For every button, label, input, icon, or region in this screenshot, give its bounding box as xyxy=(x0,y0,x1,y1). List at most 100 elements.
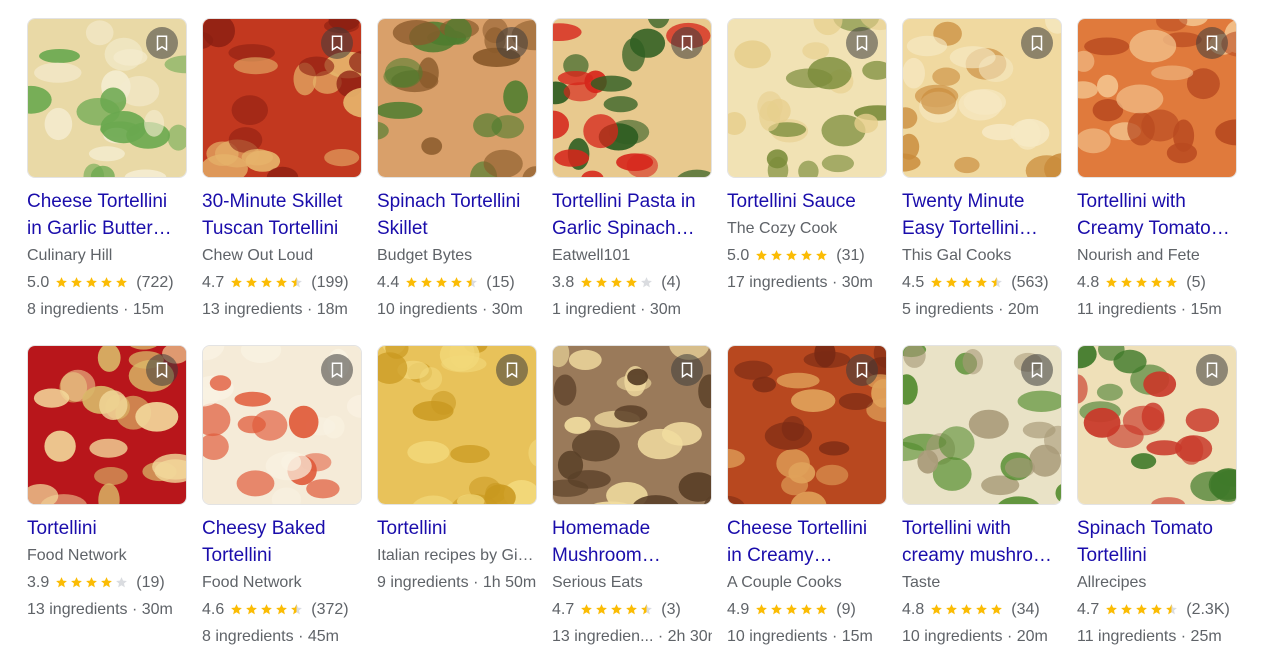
recipe-card[interactable]: Tortellini with creamy mushroom sauce Tas… xyxy=(902,345,1062,665)
star-icon xyxy=(56,277,68,288)
star-icon xyxy=(86,577,98,588)
recipe-rating: 5.0 (31) xyxy=(727,242,887,269)
recipe-title[interactable]: Tortellini xyxy=(377,515,537,542)
star-icon xyxy=(931,277,943,288)
recipe-card[interactable]: Tortellini Italian recipes by GialloZaffe… xyxy=(377,345,537,665)
recipe-card[interactable]: Tortellini with Creamy Tomato Sauce Nouri… xyxy=(1077,18,1237,345)
recipe-thumbnail[interactable] xyxy=(202,18,362,178)
recipe-thumbnail[interactable] xyxy=(727,345,887,505)
recipe-thumbnail[interactable] xyxy=(1077,345,1237,505)
recipe-title[interactable]: Cheesy Baked Tortellini xyxy=(202,515,362,569)
recipe-rating: 4.8 (5) xyxy=(1077,269,1237,296)
bookmark-icon[interactable] xyxy=(496,354,528,386)
rating-stars xyxy=(55,576,130,589)
star-icon xyxy=(976,277,988,288)
recipe-card[interactable]: Twenty Minute Easy Tortellini Bake This G… xyxy=(902,18,1062,345)
review-count: (199) xyxy=(311,274,349,291)
recipe-ingredients-time: 17 ingredients · 30m xyxy=(727,274,873,291)
star-icon xyxy=(1136,604,1148,615)
star-icon xyxy=(1106,604,1118,615)
recipe-thumbnail[interactable] xyxy=(377,18,537,178)
recipe-card[interactable]: Cheese Tortellini in Creamy Marinara A Co… xyxy=(727,345,887,665)
recipe-title[interactable]: Spinach Tomato Tortellini xyxy=(1077,515,1237,569)
recipe-title[interactable]: Twenty Minute Easy Tortellini Bake xyxy=(902,188,1062,242)
bookmark-icon[interactable] xyxy=(846,354,878,386)
star-icon xyxy=(626,604,638,615)
star-icon xyxy=(946,277,958,288)
recipe-card[interactable]: Tortellini Food Network 3.9 (19) 13 ingredie… xyxy=(27,345,187,665)
recipe-card[interactable]: 30-Minute Skillet Tuscan Tortellini Chew … xyxy=(202,18,362,345)
recipe-thumbnail[interactable] xyxy=(1077,18,1237,178)
star-icon xyxy=(231,277,243,288)
recipe-title[interactable]: Tortellini Pasta in Garlic Spinach Sauce xyxy=(552,188,712,242)
recipe-card[interactable]: Tortellini Pasta in Garlic Spinach Sauce… xyxy=(552,18,712,345)
recipe-title[interactable]: 30-Minute Skillet Tuscan Tortellini xyxy=(202,188,362,242)
recipe-ingredients-time: 10 ingredients · 20m xyxy=(902,628,1048,645)
recipe-card[interactable]: Homemade Mushroom Tortellini Serious Eats… xyxy=(552,345,712,665)
bookmark-icon[interactable] xyxy=(671,27,703,59)
recipe-ingredients-time: 9 ingredients · 1h 50m xyxy=(377,574,537,591)
recipe-thumbnail[interactable] xyxy=(902,18,1062,178)
recipe-card[interactable]: Spinach Tortellini Skillet Budget Bytes 4.… xyxy=(377,18,537,345)
recipe-title[interactable]: Cheese Tortellini in Creamy Marinara xyxy=(727,515,887,569)
star-icon xyxy=(961,604,973,615)
rating-stars xyxy=(930,603,1005,616)
rating-value: 4.8 xyxy=(902,601,925,618)
recipe-thumbnail[interactable] xyxy=(27,18,187,178)
recipe-rating: 3.8 (4) xyxy=(552,269,712,296)
bookmark-icon[interactable] xyxy=(846,27,878,59)
bookmark-icon[interactable] xyxy=(496,27,528,59)
recipe-rating: 4.7 (2.3K) xyxy=(1077,596,1237,623)
recipe-thumbnail[interactable] xyxy=(377,345,537,505)
review-count: (2.3K) xyxy=(1186,601,1230,618)
bookmark-icon[interactable] xyxy=(1021,27,1053,59)
recipe-source: Taste xyxy=(902,574,941,591)
review-count: (722) xyxy=(136,274,174,291)
recipe-title[interactable]: Tortellini with creamy mushroom sauce xyxy=(902,515,1062,569)
star-icon xyxy=(466,277,478,288)
star-icon xyxy=(756,604,768,615)
recipe-title[interactable]: Cheese Tortellini in Garlic Butter Sauce xyxy=(27,188,187,242)
recipe-thumbnail[interactable] xyxy=(552,345,712,505)
recipe-ingredients-time: 1 ingredient · 30m xyxy=(552,301,681,318)
recipe-source: Italian recipes by GialloZafferano xyxy=(377,547,537,564)
recipe-card[interactable]: Cheese Tortellini in Garlic Butter Sauce… xyxy=(27,18,187,345)
rating-value: 4.4 xyxy=(377,274,400,291)
recipe-card[interactable]: Tortellini Sauce The Cozy Cook 5.0 (31) 17 i… xyxy=(727,18,887,345)
recipe-thumbnail[interactable] xyxy=(727,18,887,178)
rating-value: 3.8 xyxy=(552,274,575,291)
bookmark-icon[interactable] xyxy=(1196,27,1228,59)
bookmark-icon[interactable] xyxy=(671,354,703,386)
rating-value: 5.0 xyxy=(27,274,50,291)
recipe-card[interactable]: Spinach Tomato Tortellini Allrecipes 4.7 (2… xyxy=(1077,345,1237,665)
star-icon xyxy=(116,277,128,288)
recipe-title[interactable]: Tortellini Sauce xyxy=(727,188,887,215)
recipe-title[interactable]: Tortellini with Creamy Tomato Sauce xyxy=(1077,188,1237,242)
recipe-thumbnail[interactable] xyxy=(902,345,1062,505)
rating-stars xyxy=(230,276,305,289)
star-icon xyxy=(816,604,828,615)
recipe-thumbnail[interactable] xyxy=(202,345,362,505)
recipe-source: The Cozy Cook xyxy=(727,220,838,237)
recipe-card[interactable]: Cheesy Baked Tortellini Food Network 4.6 (3… xyxy=(202,345,362,665)
recipe-thumbnail[interactable] xyxy=(27,345,187,505)
recipe-source: Eatwell101 xyxy=(552,247,631,264)
bookmark-icon[interactable] xyxy=(1021,354,1053,386)
star-icon xyxy=(626,277,638,288)
star-icon xyxy=(991,604,1003,615)
rating-value: 5.0 xyxy=(727,247,750,264)
star-icon xyxy=(1121,277,1133,288)
star-icon xyxy=(231,604,243,615)
recipe-title[interactable]: Tortellini xyxy=(27,515,187,542)
bookmark-icon[interactable] xyxy=(321,27,353,59)
bookmark-icon[interactable] xyxy=(146,27,178,59)
bookmark-icon[interactable] xyxy=(146,354,178,386)
star-icon xyxy=(291,277,303,288)
bookmark-icon[interactable] xyxy=(321,354,353,386)
recipe-title[interactable]: Homemade Mushroom Tortellini xyxy=(552,515,712,569)
recipe-thumbnail[interactable] xyxy=(552,18,712,178)
recipe-title[interactable]: Spinach Tortellini Skillet xyxy=(377,188,537,242)
review-count: (31) xyxy=(836,247,865,264)
star-icon xyxy=(611,604,623,615)
bookmark-icon[interactable] xyxy=(1196,354,1228,386)
